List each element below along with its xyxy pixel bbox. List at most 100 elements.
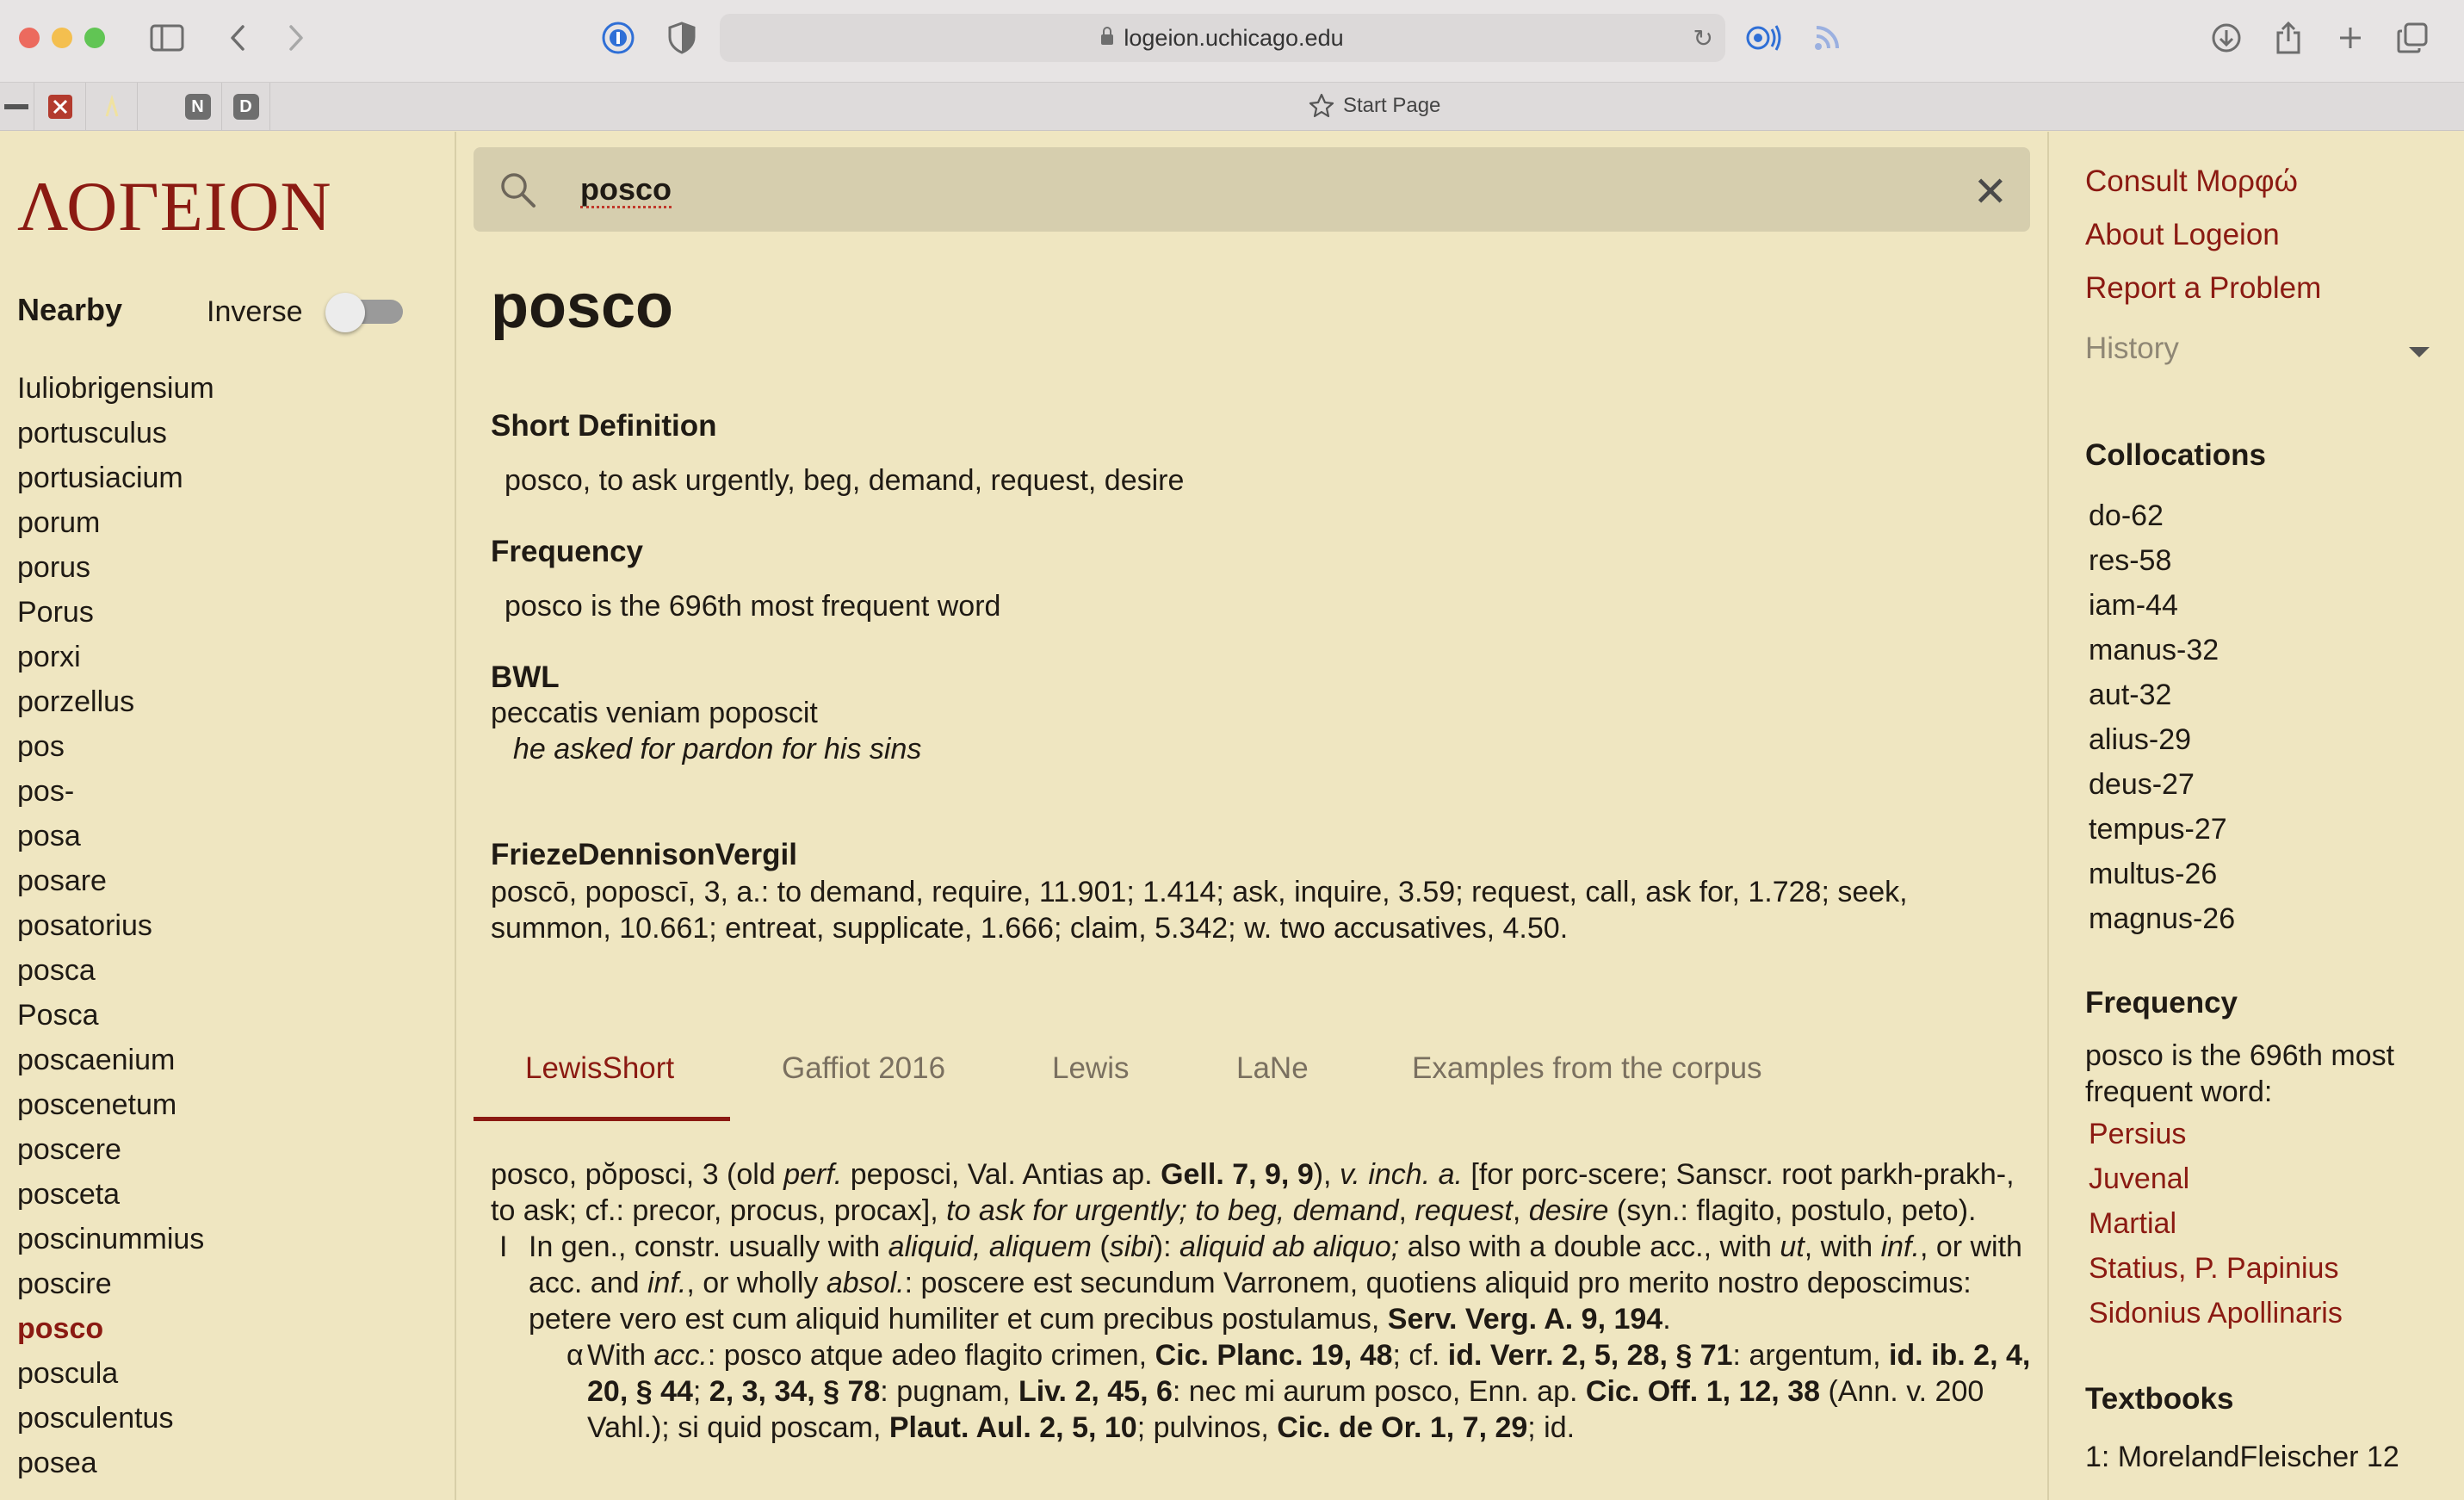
tab-bar: N D Start Page [0,83,2464,131]
sense-number: I [499,1230,508,1263]
textbooks-heading: Textbooks [2085,1382,2234,1416]
pinned-tab-1[interactable] [0,83,34,131]
downloads-icon[interactable] [2209,19,2244,57]
collocation-item[interactable]: manus-32 [2089,628,2235,673]
nearby-word[interactable]: posceta [17,1172,214,1217]
nearby-word-list: Iuliobrigensium portusculus portusiacium po… [17,366,214,1485]
logeion-logo[interactable]: ΛΟΓΕΙΟΝ [17,166,332,247]
reader-audio-icon[interactable] [1744,19,1782,57]
pinned-tab-d[interactable]: D [222,83,270,131]
pinned-tab-3[interactable] [86,83,138,131]
nearby-word[interactable]: Posca [17,993,214,1038]
inverse-toggle[interactable] [325,293,403,332]
tab-examples-from-corpus[interactable]: Examples from the corpus [1412,1051,1762,1086]
rss-feed-icon[interactable] [1808,19,1846,57]
author-link[interactable]: Martial [2089,1201,2343,1246]
nearby-heading: Nearby [17,292,123,327]
author-link[interactable]: Sidonius Apollinaris [2089,1291,2343,1336]
sidebar-toggle-icon[interactable] [148,19,186,57]
pinned-tab-2[interactable] [34,83,86,131]
author-link[interactable]: Persius [2089,1112,2343,1156]
share-icon[interactable] [2271,19,2306,57]
author-link[interactable]: Statius, P. Papinius [2089,1246,2343,1291]
nearby-word[interactable]: posea [17,1441,214,1485]
nearby-word[interactable]: poscenetum [17,1082,214,1127]
collocation-item[interactable]: res-58 [2089,538,2235,583]
nearby-word[interactable]: Iuliobrigensium [17,366,214,411]
reload-icon[interactable]: ↻ [1693,24,1713,53]
collocation-item[interactable]: alius-29 [2089,717,2235,762]
nearby-word[interactable]: pos [17,724,214,769]
nearby-word[interactable]: poscaenium [17,1038,214,1082]
nearby-word[interactable]: posatorius [17,903,214,948]
browser-toolbar: logeion.uchicago.edu ↻ [0,0,2464,83]
tab-gaffiot-2016[interactable]: Gaffiot 2016 [782,1051,945,1086]
collocation-item[interactable]: iam-44 [2089,583,2235,628]
authors-list: Persius Juvenal Martial Statius, P. Papiniu… [2089,1112,2343,1336]
site-favicon-icon [47,95,72,119]
tab-lane[interactable]: LaNe [1236,1051,1309,1086]
lewis-short-entry: posco, pŏposci, 3 (old perf. peposci, Va… [491,1156,2032,1446]
nearby-word[interactable]: posco [17,1306,214,1351]
collocation-item[interactable]: magnus-26 [2089,896,2235,941]
textbook-entry[interactable]: 1: MorelandFleischer 12 [2085,1439,2464,1475]
frieze-dennison-heading: FriezeDennisonVergil [491,838,797,871]
collocation-item[interactable]: aut-32 [2089,673,2235,717]
author-link[interactable]: Juvenal [2089,1156,2343,1201]
collocation-item[interactable]: multus-26 [2089,852,2235,896]
new-tab-icon[interactable] [2333,19,2368,57]
sense-alpha: α With acc.: posco atque adeo flagito cr… [491,1337,2032,1446]
bwl-latin: peccatis veniam poposcit [491,697,818,729]
sense-text: With acc.: posco atque adeo flagito crim… [587,1339,2031,1444]
forward-icon[interactable] [281,19,312,57]
clear-search-icon[interactable]: ✕ [1973,168,2008,216]
bwl-heading: BWL [491,660,560,694]
nearby-word[interactable]: porus [17,545,214,590]
zoom-window-button[interactable] [84,28,105,48]
nearby-word[interactable]: porum [17,500,214,545]
nearby-word[interactable]: poscula [17,1351,214,1396]
nearby-word[interactable]: portusculus [17,411,214,456]
nearby-word[interactable]: posca [17,948,214,993]
minimize-window-button[interactable] [52,28,72,48]
dictionary-tabs: LewisShort Gaffiot 2016 Lewis LaNe Examp… [474,1036,2030,1122]
frequency-heading: Frequency [491,535,643,568]
active-tab-start-page[interactable]: Start Page [1309,93,1440,119]
tab-lewis[interactable]: Lewis [1052,1051,1129,1086]
about-logeion-link[interactable]: About Logeion [2085,218,2280,252]
tab-lewisshort[interactable]: LewisShort [525,1051,674,1086]
nearby-word[interactable]: poscere [17,1127,214,1172]
close-window-button[interactable] [19,28,40,48]
pinned-tab-n[interactable]: N [174,83,222,131]
nearby-word[interactable]: poscire [17,1261,214,1306]
report-problem-link[interactable]: Report a Problem [2085,271,2321,306]
privacy-shield-icon[interactable] [663,19,701,57]
search-input[interactable]: posco [580,173,672,208]
nearby-word[interactable]: porxi [17,635,214,679]
short-definition-heading: Short Definition [491,409,717,443]
back-icon[interactable] [222,19,253,57]
url-text: logeion.uchicago.edu [1124,24,1344,51]
collocation-item[interactable]: tempus-27 [2089,807,2235,852]
nearby-word[interactable]: porzellus [17,679,214,724]
nearby-word[interactable]: poscinummius [17,1217,214,1261]
nearby-word[interactable]: posculentus [17,1396,214,1441]
address-bar[interactable]: logeion.uchicago.edu ↻ [720,14,1725,62]
main-content: posco ✕ posco Short Definition posco, to… [458,132,2047,1500]
collocation-item[interactable]: deus-27 [2089,762,2235,807]
nearby-word[interactable]: portusiacium [17,456,214,500]
frequency-heading: Frequency [2085,986,2238,1020]
nearby-word[interactable]: pos- [17,769,214,814]
nearby-word[interactable]: posare [17,858,214,903]
password-manager-icon[interactable] [599,19,637,57]
search-bar[interactable]: posco ✕ [474,147,2030,232]
tab-divider [270,83,274,131]
history-dropdown[interactable]: History [2085,332,2430,366]
tab-overview-icon[interactable] [2395,19,2430,57]
nearby-word[interactable]: Porus [17,590,214,635]
active-tab-underline [474,1117,730,1121]
frieze-dennison-text: poscō, poposcī, 3, a.: to demand, requir… [491,876,1908,945]
nearby-word[interactable]: posa [17,814,214,858]
consult-morpho-link[interactable]: Consult Μορφώ [2085,164,2298,199]
collocation-item[interactable]: do-62 [2089,493,2235,538]
